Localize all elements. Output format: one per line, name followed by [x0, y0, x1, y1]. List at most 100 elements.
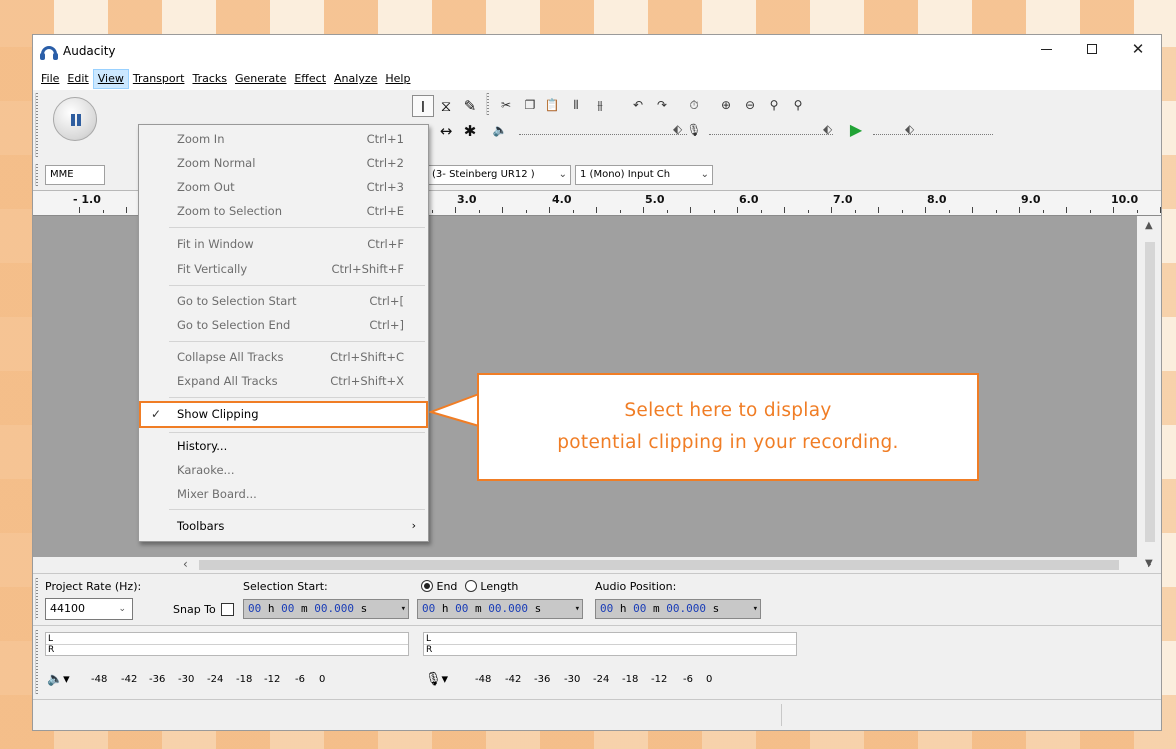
recording-volume-thumb[interactable]: ⬖ — [823, 122, 832, 136]
redo-button[interactable]: ↷ — [651, 95, 673, 115]
play-at-speed-button[interactable]: ▶ — [845, 120, 867, 140]
selection-toolbar-grip[interactable] — [35, 578, 43, 620]
menu-effect[interactable]: Effect — [290, 69, 330, 89]
scroll-right-icon[interactable]: › — [1147, 557, 1152, 571]
scroll-left-icon[interactable]: ‹ — [183, 557, 188, 571]
timeshift-tool[interactable]: ↔ — [435, 120, 457, 142]
menu-item-shortcut: Ctrl+3 — [366, 180, 404, 194]
menu-item-zoom-in[interactable]: Zoom In Ctrl+1 — [139, 127, 428, 151]
menu-item-history[interactable]: History... — [139, 434, 428, 458]
trim-button[interactable]: ⫴ — [565, 95, 587, 115]
audio-host-select[interactable]: MME — [45, 165, 105, 185]
envelope-tool[interactable]: ⧖ — [435, 95, 457, 117]
maximize-icon — [1087, 44, 1097, 54]
menu-item-toolbars[interactable]: Toolbars › — [139, 514, 428, 538]
menu-item-shortcut: Ctrl+[ — [369, 294, 404, 308]
pause-button[interactable] — [53, 97, 97, 141]
channels-select[interactable]: 1 (Mono) Input Ch ⌄ — [575, 165, 713, 185]
cut-button[interactable]: ✂ — [495, 95, 517, 115]
snap-to-checkbox[interactable] — [221, 603, 234, 616]
horizontal-scroll-thumb[interactable] — [199, 560, 1119, 570]
selection-start-label: Selection Start: — [243, 580, 328, 593]
menu-item-zoom-out[interactable]: Zoom Out Ctrl+3 — [139, 175, 428, 199]
menu-edit[interactable]: Edit — [63, 69, 92, 89]
menu-item-collapse-all-tracks[interactable]: Collapse All Tracks Ctrl+Shift+C — [139, 345, 428, 369]
menu-item-go-to-selection-start[interactable]: Go to Selection Start Ctrl+[ — [139, 289, 428, 313]
meter-scale-label: -30 — [564, 674, 581, 685]
menu-item-go-to-selection-end[interactable]: Go to Selection End Ctrl+] — [139, 313, 428, 337]
fit-project-button[interactable]: ⚲ — [787, 95, 809, 115]
ruler-tick — [596, 207, 597, 213]
project-rate-select[interactable]: 44100 ⌄ — [45, 598, 133, 620]
recording-meter[interactable]: L R — [423, 632, 797, 656]
selection-end-time[interactable]: 00 h 00 m 00.000 s ▾ — [417, 599, 583, 619]
play-speed-slider[interactable] — [873, 134, 993, 135]
zoom-out-button[interactable]: ⊖ — [739, 95, 761, 115]
undo-button[interactable]: ↶ — [627, 95, 649, 115]
menu-generate[interactable]: Generate — [231, 69, 290, 89]
toolbar-grip[interactable] — [35, 93, 43, 157]
menu-item-zoom-normal[interactable]: Zoom Normal Ctrl+2 — [139, 151, 428, 175]
menu-analyze[interactable]: Analyze — [330, 69, 381, 89]
ruler-tick — [478, 210, 480, 213]
ruler-tick — [948, 210, 950, 213]
menu-item-expand-all-tracks[interactable]: Expand All Tracks Ctrl+Shift+X — [139, 369, 428, 393]
edit-toolbar-grip[interactable] — [486, 93, 494, 115]
zoom-in-button[interactable]: ⊕ — [715, 95, 737, 115]
device-toolbar-grip[interactable] — [35, 164, 43, 186]
menu-item-shortcut: Ctrl+E — [366, 204, 404, 218]
fit-selection-button[interactable]: ⚲ — [763, 95, 785, 115]
menu-view[interactable]: View — [92, 69, 129, 89]
seconds-unit: s — [534, 602, 542, 615]
meter-scale-label: -12 — [264, 674, 281, 685]
meter-toolbar-grip[interactable] — [35, 630, 43, 694]
menu-file[interactable]: File — [37, 69, 63, 89]
ruler-tick — [643, 207, 644, 213]
vertical-scroll-thumb[interactable] — [1145, 242, 1155, 542]
ruler-tick — [1089, 210, 1091, 213]
ruler-tick — [690, 207, 691, 213]
selection-start-time[interactable]: 00 h 00 m 00.000 s ▾ — [243, 599, 409, 619]
maximize-button[interactable] — [1069, 35, 1115, 65]
recording-meter-button[interactable]: 🎙▾ — [425, 672, 448, 687]
minutes-unit: m — [475, 602, 482, 615]
playback-meter[interactable]: L R — [45, 632, 409, 656]
callout-text: Select here to display potential clippin… — [479, 395, 977, 459]
silence-button[interactable]: ⫵ — [589, 95, 611, 115]
draw-tool[interactable]: ✎ — [459, 95, 481, 117]
menu-tracks[interactable]: Tracks — [188, 69, 231, 89]
horizontal-scrollbar[interactable]: ‹ › — [33, 557, 1152, 573]
close-button[interactable]: ✕ — [1115, 35, 1161, 65]
multi-tool-icon: ✱ — [463, 122, 477, 140]
ruler-tick — [549, 207, 550, 213]
ibeam-select-tool[interactable]: I — [412, 95, 434, 117]
length-radio[interactable] — [464, 580, 477, 592]
end-radio[interactable] — [421, 580, 433, 592]
audacity-headphones-icon — [40, 46, 58, 60]
menu-item-karaoke[interactable]: Karaoke... — [139, 458, 428, 482]
paste-button[interactable]: 📋 — [541, 95, 563, 115]
multi-tool[interactable]: ✱ — [459, 120, 481, 142]
menu-item-fit-vertically[interactable]: Fit Vertically Ctrl+Shift+F — [139, 257, 428, 281]
minimize-button[interactable] — [1023, 35, 1069, 65]
playback-meter-button[interactable]: 🔈▾ — [47, 672, 70, 687]
menu-item-zoom-to-selection[interactable]: Zoom to Selection Ctrl+E — [139, 199, 428, 223]
menu-item-show-clipping[interactable]: ✓ Show Clipping — [139, 401, 428, 428]
menu-help[interactable]: Help — [381, 69, 414, 89]
recording-volume-slider[interactable] — [709, 134, 833, 135]
meter-scale-label: -24 — [593, 674, 610, 685]
menu-item-mixer-board[interactable]: Mixer Board... — [139, 482, 428, 506]
playback-volume-slider[interactable] — [519, 134, 687, 135]
vertical-scrollbar[interactable]: ▲ ▼ — [1137, 216, 1161, 573]
end-radio-label: End — [436, 580, 458, 593]
copy-button[interactable]: ❐ — [519, 95, 541, 115]
meter-toolbar: L R L R 🔈▾ 🎙▾ -48 -42 -36 -30 -24 -18 -1… — [33, 625, 1161, 699]
audio-position-time[interactable]: 00 h 00 m 00.000 s ▾ — [595, 599, 761, 619]
menu-transport[interactable]: Transport — [129, 69, 189, 89]
sync-lock-button[interactable]: ⏱ — [683, 95, 705, 115]
playback-volume-thumb[interactable]: ⬖ — [673, 122, 682, 136]
play-speed-thumb[interactable]: ⬖ — [905, 122, 914, 136]
menu-item-label: Fit Vertically — [177, 262, 248, 276]
scroll-up-icon[interactable]: ▲ — [1145, 220, 1153, 231]
menu-item-fit-in-window[interactable]: Fit in Window Ctrl+F — [139, 232, 428, 256]
